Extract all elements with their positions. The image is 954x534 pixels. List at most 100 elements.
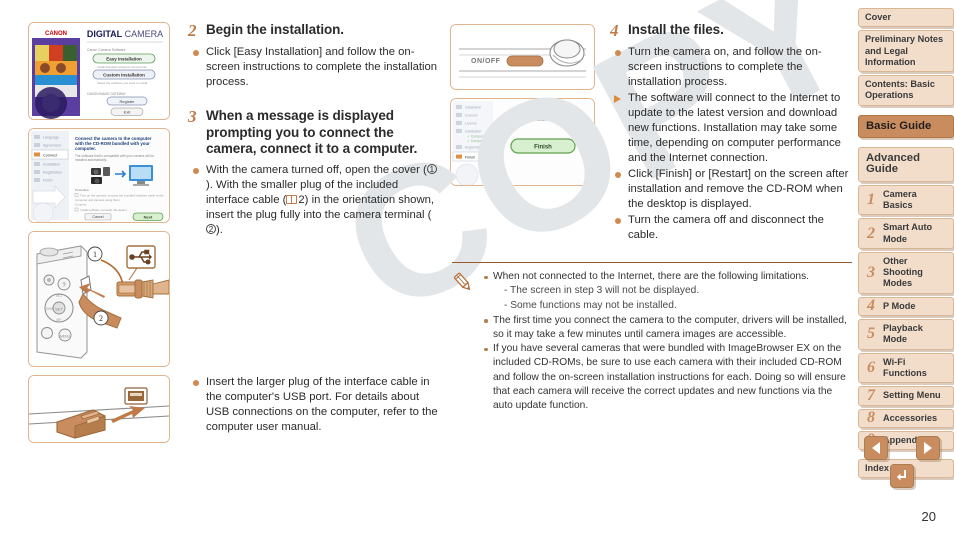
bullet-text: Click [Finish] or [Restart] on the scree… <box>628 168 849 210</box>
sidebar-item-number: 5 <box>867 325 875 343</box>
svg-text:Custom Installation: Custom Installation <box>103 73 145 78</box>
svg-text:MF: MF <box>57 318 62 322</box>
sidebar-item-label: Camera Basics <box>883 188 917 210</box>
step-4: 4 Install the files. Turn the camera on,… <box>610 22 850 243</box>
sidebar-item-label: Basic Guide <box>866 119 932 132</box>
manual-ref-icon <box>286 194 298 204</box>
bullet-text-part: ). <box>216 223 223 236</box>
prev-next-row <box>864 436 940 460</box>
sidebar-item-playback-mode[interactable]: 5 Playback Mode <box>858 319 954 350</box>
svg-text:Canon Camera Software: Canon Camera Software <box>87 48 126 52</box>
step-4-heading: 4 Install the files. <box>610 22 850 40</box>
note-text: The first time you connect the camera to… <box>493 314 847 340</box>
note-item: When not connected to the Internet, ther… <box>482 270 852 314</box>
camera-power-svg: ON/OFF <box>451 25 594 89</box>
previous-page-button[interactable] <box>864 436 888 460</box>
sidebar-item-label: Wi-Fi Functions <box>883 356 927 378</box>
svg-text:CANON: CANON <box>45 31 67 37</box>
sidebar-item-label: Preliminary Notes and Legal Information <box>865 34 944 67</box>
svg-text:SET: SET <box>55 307 63 312</box>
step-3-bullets-continued: Insert the larger plug of the interface … <box>188 375 438 435</box>
figure-usb-plug <box>28 375 170 443</box>
bullet: Turn the camera on, and follow the on-sc… <box>610 45 850 90</box>
manual-page: COPY CANON DIGITAL CAMERA Canon Camera S… <box>0 0 954 534</box>
bullet: Turn the camera off and disconnect the c… <box>610 213 850 243</box>
step-4-title: Install the files. <box>628 22 724 37</box>
sidebar-item-number: 8 <box>867 409 875 427</box>
step-3: 3 When a message is displayed prompting … <box>188 108 438 238</box>
sidebar-item-p-mode[interactable]: 4 P Mode <box>858 296 954 317</box>
middle-figure-column: ON/OFF Installation Connect License Inst… <box>450 24 595 194</box>
svg-text:installed automatically.: installed automatically. <box>75 158 107 162</box>
step-3-number: 3 <box>188 107 197 126</box>
sidebar-item-setting-menu[interactable]: 7 Setting Menu <box>858 386 954 406</box>
svg-text:DISP: DISP <box>46 307 55 311</box>
sidebar-item-camera-basics[interactable]: 1 Camera Basics <box>858 184 954 216</box>
camera-cable-svg: ? SET ISO MF DISP MENU 1 2 <box>29 232 169 366</box>
step-4-bullets: Turn the camera on, and follow the on-sc… <box>610 45 850 243</box>
bullet-text: Insert the larger plug of the interface … <box>206 375 438 433</box>
step-3-heading: 3 When a message is displayed prompting … <box>188 108 438 158</box>
bullet: Click [Finish] or [Restart] on the scree… <box>610 167 850 212</box>
sidebar-item-number: 4 <box>867 297 875 315</box>
sidebar-item-accessories[interactable]: 8 Accessories <box>858 408 954 428</box>
sidebar-item-advanced-guide[interactable]: Advanced Guide <box>858 147 954 182</box>
svg-text:Install standard software comp: Install standard software components <box>97 65 147 69</box>
sidebar-item-basic-guide[interactable]: Basic Guide <box>858 114 954 139</box>
bullet: Click [Easy Installation] and follow the… <box>188 45 438 90</box>
bullet-dot-icon <box>193 379 199 386</box>
sidebar-item-label: Advanced Guide <box>866 152 920 176</box>
svg-text:Installation: Installation <box>465 105 481 109</box>
svg-text:Easy Installation: Easy Installation <box>106 57 142 62</box>
sidebar-item-label: P Mode <box>883 300 916 311</box>
sidebar-item-label: Smart Auto Mode <box>883 222 933 244</box>
bullet-text: Turn the camera off and disconnect the c… <box>628 214 824 241</box>
svg-text:Registration: Registration <box>43 171 62 175</box>
connect-wizard-svg: Language Agreement Connect Installation … <box>29 129 169 222</box>
spacer-figure-align <box>188 242 438 375</box>
back-row <box>864 464 940 488</box>
sidebar-item-label: Setting Menu <box>883 390 941 401</box>
svg-text:License: License <box>465 121 477 125</box>
sidebar-item-preliminary-notes[interactable]: Preliminary Notes and Legal Information <box>858 30 954 73</box>
left-figure-column: CANON DIGITAL CAMERA Canon Camera Softwa… <box>28 22 170 451</box>
bullet-text: The software will connect to the Interne… <box>628 92 841 164</box>
svg-text:2: 2 <box>99 314 103 323</box>
step-2-title: Begin the installation. <box>206 22 344 37</box>
next-page-button[interactable] <box>916 436 940 460</box>
step-2-bullets: Click [Easy Installation] and follow the… <box>188 45 438 90</box>
svg-text:ISO: ISO <box>56 294 62 298</box>
svg-text:Finish: Finish <box>534 145 552 151</box>
svg-text:Install software correctly. Re: Install software correctly. Re-detect <box>80 208 127 212</box>
step-3-title: When a message is displayed prompting yo… <box>206 108 418 156</box>
sidebar-item-contents[interactable]: Contents: Basic Operations <box>858 75 954 106</box>
svg-text:Language: Language <box>43 136 59 140</box>
figure-installer-screen: CANON DIGITAL CAMERA Canon Camera Softwa… <box>28 22 170 120</box>
svg-text:Cancel: Cancel <box>92 215 103 219</box>
note-list: When not connected to the Internet, ther… <box>482 270 852 413</box>
step-2: 2 Begin the installation. Click [Easy In… <box>188 22 438 90</box>
svg-text:MENU: MENU <box>60 335 71 339</box>
installer-screen-svg: CANON DIGITAL CAMERA Canon Camera Softwa… <box>29 23 169 119</box>
back-button[interactable] <box>890 464 914 488</box>
page-number: 20 <box>921 509 936 524</box>
bullet: The software will connect to the Interne… <box>610 91 850 166</box>
sidebar-item-cover[interactable]: Cover <box>858 8 954 28</box>
return-arrow-icon <box>897 470 906 481</box>
svg-text:Installation of the software h: Installation of the software has been co… <box>499 117 587 122</box>
bullet-text: Turn the camera on, and follow the on-sc… <box>628 46 822 88</box>
sidebar-item-number: 1 <box>867 190 875 208</box>
bullet-text: Click [Easy Installation] and follow the… <box>206 46 438 88</box>
bullet-dot-icon <box>615 218 621 224</box>
pencil-icon-wrap <box>452 270 482 413</box>
note-item: The first time you connect the camera to… <box>482 314 852 342</box>
svg-text:Procedure: Procedure <box>75 188 89 192</box>
svg-text:DIGITAL CAMERA: DIGITAL CAMERA <box>87 29 163 39</box>
sidebar-item-wifi-functions[interactable]: 6 Wi-Fi Functions <box>858 352 954 384</box>
right-text-column: 4 Install the files. Turn the camera on,… <box>610 22 850 247</box>
note-body: When not connected to the Internet, ther… <box>452 270 852 413</box>
sidebar-item-other-shooting-modes[interactable]: 3 Other Shooting Modes <box>858 251 954 294</box>
sidebar-item-number: 2 <box>867 224 875 242</box>
sidebar-item-smart-auto-mode[interactable]: 2 Smart Auto Mode <box>858 218 954 249</box>
